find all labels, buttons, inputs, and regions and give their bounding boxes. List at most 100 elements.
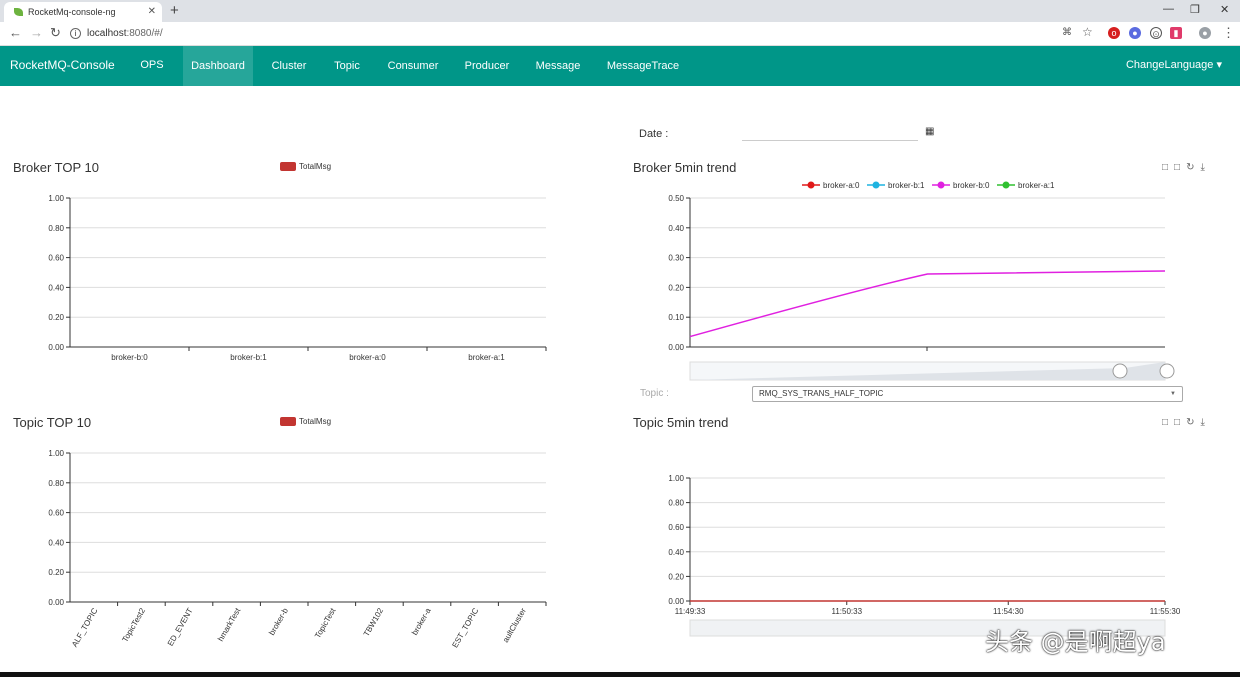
legend-swatch <box>280 417 296 427</box>
y-tick-label: 0.60 <box>48 509 64 518</box>
zoom-icon[interactable]: □ <box>1162 162 1174 173</box>
nav-cluster[interactable]: Cluster <box>262 46 316 86</box>
zoom-reset-icon[interactable]: □ <box>1174 417 1186 428</box>
nav-consumer[interactable]: Consumer <box>378 46 448 86</box>
new-tab-button[interactable]: + <box>170 1 179 21</box>
x-tick-label: ALF_TOPIC <box>70 606 100 648</box>
menu-kebab-icon[interactable]: ⋮ <box>1222 25 1235 41</box>
x-tick-label: EST_TOPIC <box>450 606 480 649</box>
chart-toolbox[interactable]: □□↻⤓ <box>1162 417 1211 428</box>
x-tick-label: 11:49:33 <box>675 607 706 616</box>
legend-swatch <box>280 162 296 172</box>
nav-messagetrace[interactable]: MessageTrace <box>600 46 686 86</box>
y-tick-label: 0.00 <box>48 598 64 607</box>
zoom-icon[interactable]: □ <box>1162 417 1174 428</box>
taskbar <box>0 672 1240 677</box>
y-tick-label: 0.00 <box>48 343 64 352</box>
download-icon[interactable]: ⤓ <box>1200 417 1210 428</box>
y-tick-label: 0.80 <box>48 479 64 488</box>
y-tick-label: 0.40 <box>668 548 684 557</box>
calendar-icon[interactable]: ▦ <box>925 126 934 137</box>
y-tick-label: 1.00 <box>48 449 64 458</box>
topic-label: Topic : <box>640 388 669 399</box>
y-tick-label: 0.00 <box>668 597 684 606</box>
close-window-button[interactable]: ✕ <box>1220 3 1229 16</box>
legend-marker <box>807 181 815 189</box>
translate-icon[interactable]: ⌘ <box>1062 27 1072 38</box>
download-icon[interactable]: ⤓ <box>1200 162 1210 173</box>
y-tick-label: 0.20 <box>668 572 684 581</box>
legend-label: broker-b:0 <box>953 181 990 190</box>
restore-button[interactable]: ❐ <box>1190 3 1200 16</box>
spring-leaf-icon <box>14 8 23 16</box>
date-label: Date : <box>639 128 669 140</box>
broker-top10-title: Broker TOP 10 <box>13 160 99 175</box>
address-bar[interactable]: i localhost:8080/#/ <box>70 24 163 44</box>
bookmark-star-icon[interactable]: ☆ <box>1082 25 1093 39</box>
brand-logo[interactable]: RocketMQ-Console <box>10 46 115 84</box>
extension-icon[interactable]: ▮ <box>1170 27 1182 39</box>
y-tick-label: 0.40 <box>48 283 64 292</box>
y-tick-label: 0.40 <box>668 224 684 233</box>
change-language-dropdown[interactable]: ChangeLanguage ▾ <box>1126 46 1222 84</box>
y-tick-label: 0.20 <box>48 568 64 577</box>
back-icon[interactable]: ← <box>9 25 22 40</box>
zoom-reset-icon[interactable]: □ <box>1174 162 1186 173</box>
tab-close-icon[interactable]: ✕ <box>148 2 156 22</box>
extension-icon[interactable]: o <box>1108 27 1120 39</box>
minimize-button[interactable]: — <box>1163 3 1174 15</box>
info-icon[interactable]: i <box>70 27 81 39</box>
browser-toolbar: ← → ↻ i localhost:8080/#/ ⌘ ☆ o ● ⊙ ▮ ● ⋮ <box>0 22 1240 46</box>
broker-trend-title: Broker 5min trend <box>633 160 737 175</box>
y-tick-label: 0.20 <box>668 283 684 292</box>
x-tick-label: broker-b:0 <box>111 353 148 362</box>
x-tick-label: broker-a <box>410 606 433 637</box>
x-tick-label: broker-b <box>267 606 290 637</box>
y-tick-label: 0.60 <box>668 523 684 532</box>
nav-message[interactable]: Message <box>528 46 588 86</box>
topic-select[interactable]: RMQ_SYS_TRANS_HALF_TOPIC ▼ <box>752 386 1183 402</box>
legend-label: broker-a:0 <box>823 181 860 190</box>
topic-top10-legend[interactable]: TotalMsg <box>280 417 332 427</box>
x-tick-label: broker-a:1 <box>468 353 505 362</box>
x-tick-label: 11:50:33 <box>831 607 862 616</box>
y-tick-label: 0.40 <box>48 538 64 547</box>
broker-top10-legend[interactable]: TotalMsg <box>280 162 331 172</box>
broker-top10-chart: 0.00 0.20 0.40 0.60 0.80 1.00 broker-b:0 broker… <box>48 194 547 362</box>
legend-label: broker-a:1 <box>1018 181 1055 190</box>
extension-icon[interactable]: ● <box>1129 27 1141 39</box>
x-tick-label: 11:55:30 <box>1150 607 1181 616</box>
x-tick-label: 11:54:30 <box>993 607 1024 616</box>
x-tick-label: aultCluster <box>501 606 528 644</box>
x-tick-label: broker-b:1 <box>230 353 267 362</box>
legend-marker <box>937 181 945 189</box>
nav-topic[interactable]: Topic <box>325 46 369 86</box>
reload-icon[interactable]: ↻ <box>50 25 61 41</box>
profile-avatar-icon[interactable]: ● <box>1199 27 1211 39</box>
x-tick-label: TopicTest2 <box>120 606 147 644</box>
nav-ops[interactable]: OPS <box>130 46 174 86</box>
chart-toolbox[interactable]: □□↻⤓ <box>1162 162 1211 173</box>
date-input[interactable] <box>742 124 918 141</box>
legend-label: TotalMsg <box>299 417 332 426</box>
x-tick-label: TBW102 <box>362 606 386 638</box>
y-tick-label: 0.30 <box>668 254 684 263</box>
legend-label: broker-b:1 <box>888 181 925 190</box>
watermark: 头条 @是啊超ya <box>985 628 1166 656</box>
url-host: localhost <box>87 28 127 39</box>
x-tick-label: broker-a:0 <box>349 353 386 362</box>
chevron-down-icon: ▼ <box>1170 391 1176 397</box>
topic-trend-title: Topic 5min trend <box>633 415 729 430</box>
browser-tab[interactable]: RocketMq-console-ng ✕ <box>4 2 162 22</box>
series-line <box>689 270 1166 338</box>
refresh-icon[interactable]: ↻ <box>1186 417 1200 428</box>
nav-dashboard[interactable]: Dashboard <box>183 46 253 86</box>
refresh-icon[interactable]: ↻ <box>1186 162 1200 173</box>
extension-icon[interactable]: ⊙ <box>1150 27 1162 39</box>
x-tick-label: TopicTest <box>313 606 338 640</box>
y-tick-label: 0.80 <box>48 224 64 233</box>
app-navbar: RocketMQ-Console OPS Dashboard Cluster T… <box>0 46 1240 86</box>
nav-producer[interactable]: Producer <box>457 46 517 86</box>
forward-icon[interactable]: → <box>30 25 43 40</box>
y-tick-label: 0.50 <box>668 194 684 203</box>
